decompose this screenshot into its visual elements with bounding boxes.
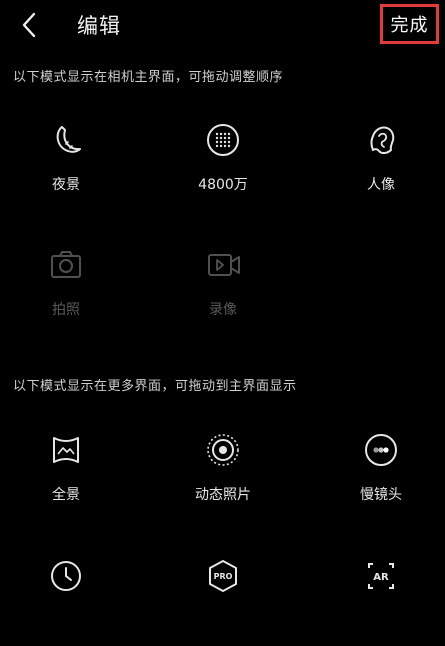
mode-48mp[interactable]: 4800万 bbox=[163, 120, 283, 210]
chevron-left-icon bbox=[22, 12, 36, 38]
video-icon bbox=[203, 245, 243, 285]
mode-timelapse[interactable] bbox=[6, 556, 126, 646]
page-title: 编辑 bbox=[77, 14, 121, 38]
mode-label: 慢镜头 bbox=[360, 487, 402, 503]
mode-label: 全景 bbox=[52, 487, 80, 503]
mode-label: 动态照片 bbox=[195, 487, 251, 503]
mode-ar[interactable]: AR bbox=[321, 556, 441, 646]
svg-text:PRO: PRO bbox=[214, 572, 233, 581]
mode-video: 录像 bbox=[163, 245, 283, 335]
high-resolution-icon bbox=[203, 120, 243, 160]
camera-icon bbox=[46, 245, 86, 285]
pro-mode-icon: PRO bbox=[203, 556, 243, 596]
header-bar: 编辑 完成 bbox=[0, 0, 445, 52]
mode-label: 夜景 bbox=[52, 177, 80, 193]
panorama-icon bbox=[46, 430, 86, 470]
done-button[interactable]: 完成 bbox=[380, 4, 439, 44]
more-section-description: 以下模式显示在更多界面，可拖动到主界面显示 bbox=[13, 379, 297, 394]
mode-label: 录像 bbox=[209, 302, 237, 318]
mode-night[interactable]: 夜景 bbox=[6, 120, 126, 210]
slow-motion-icon bbox=[361, 430, 401, 470]
mode-photo: 拍照 bbox=[6, 245, 126, 335]
portrait-icon bbox=[361, 120, 401, 160]
mode-slow-motion[interactable]: 慢镜头 bbox=[321, 430, 441, 520]
mode-pro[interactable]: PRO bbox=[163, 556, 283, 646]
ar-icon: AR bbox=[361, 556, 401, 596]
svg-text:AR: AR bbox=[373, 572, 389, 583]
main-section-description: 以下模式显示在相机主界面，可拖动调整顺序 bbox=[13, 70, 284, 85]
mode-label: 拍照 bbox=[52, 302, 80, 318]
mode-live-photo[interactable]: 动态照片 bbox=[163, 430, 283, 520]
back-button[interactable] bbox=[14, 8, 46, 42]
mode-portrait[interactable]: 人像 bbox=[321, 120, 441, 210]
timelapse-icon bbox=[46, 556, 86, 596]
live-photo-icon bbox=[203, 430, 243, 470]
mode-label: 4800万 bbox=[198, 177, 248, 193]
mode-panorama[interactable]: 全景 bbox=[6, 430, 126, 520]
mode-label: 人像 bbox=[367, 177, 395, 193]
moon-icon bbox=[46, 120, 86, 160]
